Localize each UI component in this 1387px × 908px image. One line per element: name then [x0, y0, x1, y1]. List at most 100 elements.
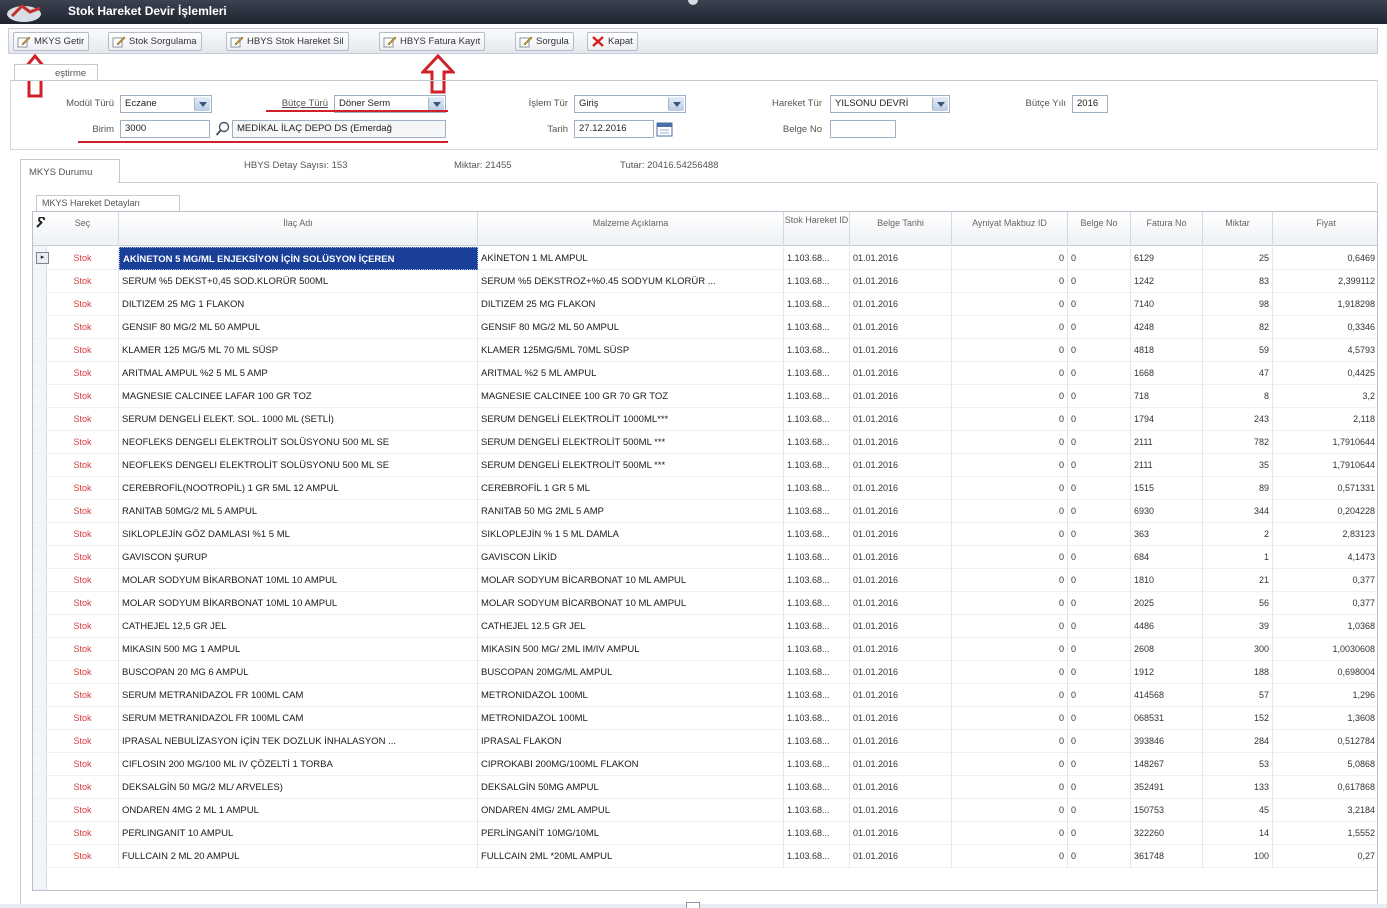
cell-ilac-adi[interactable]: FULLCAIN 2 ML 20 AMPUL	[119, 845, 478, 868]
cell-stok-hareket-id[interactable]: 1.103.68...	[784, 339, 850, 362]
cell-stok-hareket-id[interactable]: 1.103.68...	[784, 661, 850, 684]
cell-malzeme-aciklama[interactable]: RANITAB 50 MG 2ML 5 AMP	[478, 500, 784, 523]
cell-belge-no[interactable]: 0	[1068, 247, 1131, 270]
cell-miktar[interactable]: 188	[1203, 661, 1273, 684]
cell-belge-no[interactable]: 0	[1068, 431, 1131, 454]
cell-fiyat[interactable]: 0,6469	[1273, 247, 1377, 270]
cell-miktar[interactable]: 56	[1203, 592, 1273, 615]
cell-ayniyat-makbuz-id[interactable]: 0	[952, 569, 1068, 592]
cell-stok-hareket-id[interactable]: 1.103.68...	[784, 638, 850, 661]
cell-stok-hareket-id[interactable]: 1.103.68...	[784, 247, 850, 270]
cell-belge-tarihi[interactable]: 01.01.2016	[850, 684, 952, 707]
table-row[interactable]: Stok MIKASIN 500 MG 1 AMPUL MIKASIN 500 MG…	[33, 638, 1377, 661]
cell-malzeme-aciklama[interactable]: MOLAR SODYUM BİCARBONAT 10 ML AMPUL	[478, 569, 784, 592]
cell-ilac-adi[interactable]: CATHEJEL 12,5 GR JEL	[119, 615, 478, 638]
cell-stok-hareket-id[interactable]: 1.103.68...	[784, 799, 850, 822]
cell-sec[interactable]: Stok	[47, 845, 119, 868]
cell-ayniyat-makbuz-id[interactable]: 0	[952, 822, 1068, 845]
cell-malzeme-aciklama[interactable]: CEREBROFİL 1 GR 5 ML	[478, 477, 784, 500]
cell-belge-tarihi[interactable]: 01.01.2016	[850, 339, 952, 362]
table-row[interactable]: Stok SERUM DENGELİ ELEKT. SOL. 1000 ML (S…	[33, 408, 1377, 431]
cell-belge-no[interactable]: 0	[1068, 385, 1131, 408]
chevron-down-icon[interactable]	[428, 97, 444, 111]
cell-belge-no[interactable]: 0	[1068, 362, 1131, 385]
cell-ilac-adi[interactable]: PERLINGANIT 10 AMPUL	[119, 822, 478, 845]
cell-belge-tarihi[interactable]: 01.01.2016	[850, 592, 952, 615]
modul-turu-select[interactable]: Eczane	[120, 95, 212, 113]
cell-belge-tarihi[interactable]: 01.01.2016	[850, 454, 952, 477]
cell-ilac-adi[interactable]: MIKASIN 500 MG 1 AMPUL	[119, 638, 478, 661]
cell-belge-no[interactable]: 0	[1068, 293, 1131, 316]
cell-malzeme-aciklama[interactable]: SERUM %5 DEKSTROZ+%0.45 SODYUM KLORÜR ..…	[478, 270, 784, 293]
wrench-icon[interactable]	[35, 217, 47, 229]
cell-ayniyat-makbuz-id[interactable]: 0	[952, 500, 1068, 523]
cell-ilac-adi[interactable]: GENSIF 80 MG/2 ML 50 AMPUL	[119, 316, 478, 339]
cell-belge-tarihi[interactable]: 01.01.2016	[850, 753, 952, 776]
cell-ilac-adi[interactable]: ARITMAL AMPUL %2 5 ML 5 AMP	[119, 362, 478, 385]
cell-fatura-no[interactable]: 322260	[1131, 822, 1203, 845]
cell-malzeme-aciklama[interactable]: METRONIDAZOL 100ML	[478, 684, 784, 707]
cell-fatura-no[interactable]: 1515	[1131, 477, 1203, 500]
cell-ilac-adi[interactable]: SERUM METRANIDAZOL FR 100ML CAM	[119, 707, 478, 730]
cell-belge-tarihi[interactable]: 01.01.2016	[850, 615, 952, 638]
cell-ilac-adi[interactable]: NEOFLEKS DENGELI ELEKTROLİT SOLÜSYONU 50…	[119, 431, 478, 454]
cell-belge-tarihi[interactable]: 01.01.2016	[850, 316, 952, 339]
cell-sec[interactable]: Stok	[47, 615, 119, 638]
cell-ilac-adi[interactable]: DILTIZEM 25 MG 1 FLAKON	[119, 293, 478, 316]
cell-fiyat[interactable]: 1,0030608	[1273, 638, 1377, 661]
cell-fatura-no[interactable]: 361748	[1131, 845, 1203, 868]
table-row[interactable]: Stok IPRASAL NEBULİZASYON İÇİN TEK DOZLUK…	[33, 730, 1377, 753]
cell-ayniyat-makbuz-id[interactable]: 0	[952, 753, 1068, 776]
cell-miktar[interactable]: 45	[1203, 799, 1273, 822]
kapat-button[interactable]: Kapat	[587, 32, 638, 51]
cell-miktar[interactable]: 14	[1203, 822, 1273, 845]
cell-stok-hareket-id[interactable]: 1.103.68...	[784, 615, 850, 638]
col-header-malzeme-aciklama[interactable]: Malzeme Açıklama	[478, 212, 784, 246]
cell-belge-no[interactable]: 0	[1068, 638, 1131, 661]
cell-fatura-no[interactable]: 1668	[1131, 362, 1203, 385]
cell-fatura-no[interactable]: 1242	[1131, 270, 1203, 293]
chevron-down-icon[interactable]	[932, 97, 948, 111]
cell-belge-no[interactable]: 0	[1068, 776, 1131, 799]
cell-fiyat[interactable]: 0,512784	[1273, 730, 1377, 753]
cell-fiyat[interactable]: 0,698004	[1273, 661, 1377, 684]
cell-belge-tarihi[interactable]: 01.01.2016	[850, 776, 952, 799]
table-row[interactable]: Stok RANITAB 50MG/2 ML 5 AMPUL RANITAB 50 …	[33, 500, 1377, 523]
cell-fiyat[interactable]: 5,0868	[1273, 753, 1377, 776]
butce-yili-input[interactable]: 2016	[1072, 95, 1108, 113]
cell-ayniyat-makbuz-id[interactable]: 0	[952, 270, 1068, 293]
cell-belge-tarihi[interactable]: 01.01.2016	[850, 546, 952, 569]
cell-belge-tarihi[interactable]: 01.01.2016	[850, 408, 952, 431]
cell-stok-hareket-id[interactable]: 1.103.68...	[784, 431, 850, 454]
cell-ayniyat-makbuz-id[interactable]: 0	[952, 592, 1068, 615]
cell-belge-tarihi[interactable]: 01.01.2016	[850, 500, 952, 523]
cell-malzeme-aciklama[interactable]: ARITMAL %2 5 ML AMPUL	[478, 362, 784, 385]
cell-fiyat[interactable]: 4,5793	[1273, 339, 1377, 362]
cell-ayniyat-makbuz-id[interactable]: 0	[952, 385, 1068, 408]
cell-fiyat[interactable]: 0,377	[1273, 592, 1377, 615]
cell-ilac-adi[interactable]: IPRASAL NEBULİZASYON İÇİN TEK DOZLUK İNH…	[119, 730, 478, 753]
cell-fatura-no[interactable]: 2111	[1131, 454, 1203, 477]
cell-fiyat[interactable]: 1,7910644	[1273, 431, 1377, 454]
cell-malzeme-aciklama[interactable]: GAVISCON LİKİD	[478, 546, 784, 569]
col-header-ayniyat-makbuz-id[interactable]: Ayniyat Makbuz ID	[952, 212, 1068, 246]
mkys-durumu-tab[interactable]: MKYS Durumu	[20, 159, 120, 183]
cell-ayniyat-makbuz-id[interactable]: 0	[952, 408, 1068, 431]
cell-fatura-no[interactable]: 6930	[1131, 500, 1203, 523]
cell-sec[interactable]: Stok	[47, 799, 119, 822]
table-row[interactable]: Stok MOLAR SODYUM BİKARBONAT 10ML 10 AMPU…	[33, 569, 1377, 592]
cell-fatura-no[interactable]: 2025	[1131, 592, 1203, 615]
cell-fiyat[interactable]: 0,3346	[1273, 316, 1377, 339]
cell-stok-hareket-id[interactable]: 1.103.68...	[784, 776, 850, 799]
cell-ilac-adi[interactable]: SERUM %5 DEKST+0,45 SOD.KLORÜR 500ML	[119, 270, 478, 293]
col-header-ilac-adi[interactable]: İlaç Adı	[119, 212, 478, 246]
table-row[interactable]: Stok SERUM METRANIDAZOL FR 100ML CAM METRO…	[33, 707, 1377, 730]
cell-ilac-adi[interactable]: SERUM METRANIDAZOL FR 100ML CAM	[119, 684, 478, 707]
table-row[interactable]: Stok SIKLOPLEJİN GÖZ DAMLASI %1 5 ML SIKLO…	[33, 523, 1377, 546]
cell-ayniyat-makbuz-id[interactable]: 0	[952, 799, 1068, 822]
cell-fiyat[interactable]: 0,4425	[1273, 362, 1377, 385]
table-row[interactable]: ▸ Stok AKİNETON 5 MG/ML ENJEKSİYON İÇİN SO…	[33, 247, 1377, 270]
cell-fatura-no[interactable]: 718	[1131, 385, 1203, 408]
cell-fatura-no[interactable]: 148267	[1131, 753, 1203, 776]
cell-miktar[interactable]: 53	[1203, 753, 1273, 776]
